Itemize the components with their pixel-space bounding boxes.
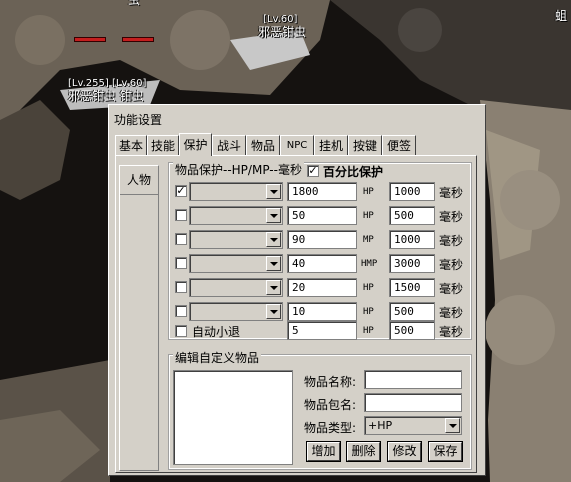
enemy-name-label: 蛆 — [555, 9, 568, 23]
threshold-input[interactable]: 50 — [287, 206, 357, 225]
chevron-down-icon[interactable] — [445, 418, 460, 433]
window-title: 功能设置 — [114, 113, 163, 127]
ms-unit-label: 毫秒 — [439, 306, 464, 320]
interval-input[interactable]: 1000 — [389, 182, 435, 201]
tab-autoplay[interactable]: 挂机 — [314, 135, 348, 155]
item-select[interactable] — [189, 230, 283, 249]
item-name-label: 物品名称: — [304, 375, 357, 389]
chevron-down-icon[interactable] — [266, 232, 281, 247]
ms-unit-label: 毫秒 — [439, 282, 464, 296]
item-name-input[interactable] — [364, 370, 462, 389]
row-checkbox[interactable] — [175, 209, 187, 221]
ms-unit-label: 毫秒 — [439, 210, 464, 224]
custom-items-list[interactable] — [173, 370, 293, 465]
interval-input[interactable]: 1500 — [389, 278, 435, 297]
item-select[interactable] — [189, 254, 283, 273]
row-checkbox[interactable] — [175, 281, 187, 293]
enemy-hp-bar — [122, 37, 154, 42]
tab-hotkeys[interactable]: 按键 — [348, 135, 382, 155]
title-bar[interactable]: 功能设置 — [109, 105, 485, 131]
percent-protect-label: 百分比保护 — [323, 165, 384, 179]
chevron-down-icon[interactable] — [266, 256, 281, 271]
row-checkbox[interactable]: ✓ — [175, 185, 187, 197]
enemy-name-label: 邪恶钳虫 — [258, 25, 307, 39]
auto-retreat-label: 自动小退 — [192, 325, 241, 339]
threshold-input[interactable]: 40 — [287, 254, 357, 273]
save-button[interactable]: 保存 — [428, 441, 463, 462]
row-checkbox[interactable] — [175, 233, 187, 245]
tab-npc[interactable]: NPC — [280, 135, 314, 155]
tab-protect[interactable]: 保护 — [179, 133, 212, 156]
ms-unit-label: 毫秒 — [439, 186, 464, 200]
tab-items[interactable]: 物品 — [246, 135, 280, 155]
auto-retreat-stat-label: HP — [363, 326, 374, 336]
enemy-hp-bar — [74, 37, 106, 42]
interval-input[interactable]: 3000 — [389, 254, 435, 273]
enemy-name-label: 虫 — [128, 0, 141, 7]
chevron-down-icon[interactable] — [266, 304, 281, 319]
row-checkbox[interactable] — [175, 305, 187, 317]
chevron-down-icon[interactable] — [266, 208, 281, 223]
side-panel — [119, 193, 159, 471]
tab-basic[interactable]: 基本 — [115, 135, 147, 155]
chevron-down-icon[interactable] — [266, 184, 281, 199]
item-type-select[interactable]: +HP — [364, 416, 462, 435]
item-type-label: 物品类型: — [304, 421, 357, 435]
percent-protect-checkbox[interactable]: ✓ — [307, 165, 319, 177]
row-checkbox[interactable] — [175, 257, 187, 269]
interval-input[interactable]: 1000 — [389, 230, 435, 249]
auto-retreat-interval-input[interactable]: 500 — [389, 321, 435, 340]
custom-items-title: 编辑自定义物品 — [173, 349, 262, 366]
threshold-input[interactable]: 90 — [287, 230, 357, 249]
item-select[interactable] — [189, 302, 283, 321]
tab-notes[interactable]: 便签 — [382, 135, 416, 155]
tab-combat[interactable]: 战斗 — [212, 135, 246, 155]
threshold-input[interactable]: 1800 — [287, 182, 357, 201]
item-package-input[interactable] — [364, 393, 462, 412]
add-button[interactable]: 增加 — [306, 441, 341, 462]
item-package-label: 物品包名: — [304, 398, 357, 412]
ms-unit-label: 毫秒 — [439, 258, 464, 272]
interval-input[interactable]: 500 — [389, 302, 435, 321]
stat-label: HMP — [361, 259, 378, 269]
stat-label: HP — [363, 211, 374, 221]
delete-button[interactable]: 删除 — [346, 441, 381, 462]
tab-skills[interactable]: 技能 — [147, 135, 179, 155]
auto-retreat-threshold-input[interactable]: 5 — [287, 321, 357, 340]
item-select[interactable] — [189, 278, 283, 297]
settings-window[interactable]: 功能设置 基本 技能 保护 战斗 物品 NPC 挂机 按键 便签 人物 物品保护… — [108, 104, 486, 476]
modify-button[interactable]: 修改 — [387, 441, 422, 462]
chevron-down-icon[interactable] — [266, 280, 281, 295]
ms-unit-label: 毫秒 — [439, 234, 464, 248]
stat-label: HP — [363, 187, 374, 197]
interval-input[interactable]: 500 — [389, 206, 435, 225]
item-select[interactable] — [189, 182, 283, 201]
item-select[interactable] — [189, 206, 283, 225]
item-type-value: +HP — [368, 419, 393, 432]
threshold-input[interactable]: 10 — [287, 302, 357, 321]
auto-retreat-checkbox[interactable] — [175, 325, 187, 337]
stat-label: MP — [363, 235, 374, 245]
enemy-name-label: 邪恶钳虫 钳虫 — [68, 89, 144, 103]
stat-label: HP — [363, 307, 374, 317]
ms-unit-label: 毫秒 — [439, 325, 464, 339]
threshold-input[interactable]: 20 — [287, 278, 357, 297]
item-protect-title-text: 物品保护--HP/MP--毫秒 — [175, 163, 302, 177]
side-tab-character[interactable]: 人物 — [119, 165, 159, 195]
stat-label: HP — [363, 283, 374, 293]
item-protect-title: 物品保护--HP/MP--毫秒 — [173, 161, 304, 178]
